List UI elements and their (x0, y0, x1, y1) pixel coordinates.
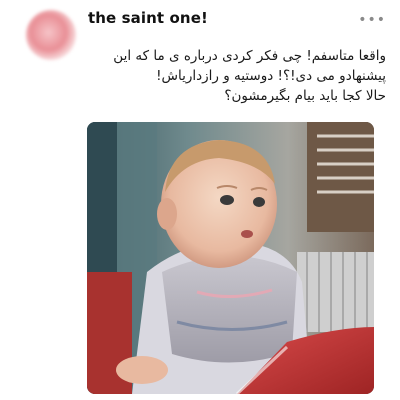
tweet-media-image[interactable] (87, 122, 374, 394)
more-options-icon[interactable]: ••• (358, 12, 386, 28)
baby-photo (87, 122, 374, 394)
tweet-card: the saint one! ••• واقعا متاسفم! چی فکر … (0, 0, 400, 400)
tweet-text: واقعا متاسفم! چی فکر کردی درباره ی ما که… (60, 46, 386, 106)
tweet-line: واقعا متاسفم! چی فکر کردی درباره ی ما که… (113, 48, 386, 64)
tweet-line: پیشنهادو می دی!؟! دوستیه و رازداریاش! (156, 68, 386, 84)
author-name[interactable]: the saint one! (88, 9, 208, 27)
tweet-line: حالا کجا باید بیام بگیرمشون؟ (224, 88, 386, 104)
